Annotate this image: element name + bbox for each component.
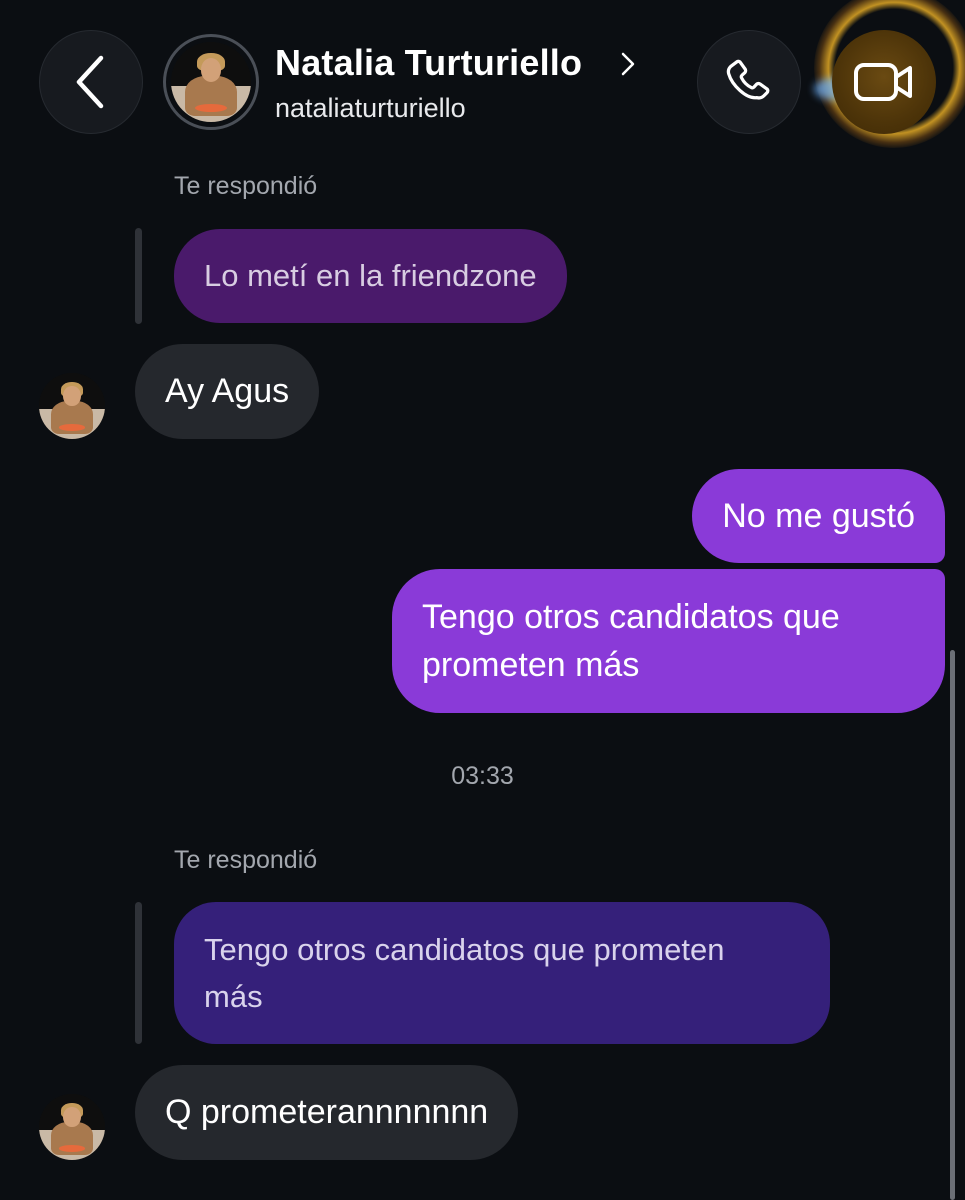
message-line: Tengo otros candidatos que [422, 598, 840, 636]
video-call-button[interactable] [832, 30, 936, 134]
outgoing-message[interactable]: No me gustó [692, 469, 945, 563]
quoted-message[interactable]: Tengo otros candidatos que prometen más [174, 902, 830, 1044]
incoming-message[interactable]: Ay Agus [135, 344, 320, 439]
reply-label: Te respondió [174, 846, 318, 874]
quoted-message[interactable]: Lo metí en la friendzone [174, 229, 567, 323]
back-button[interactable] [39, 30, 143, 134]
video-call-area [806, 0, 965, 150]
message-line: más [204, 979, 263, 1014]
sender-avatar[interactable] [39, 373, 105, 439]
contact-avatar[interactable] [163, 34, 259, 130]
video-camera-icon [854, 63, 912, 101]
avatar [171, 42, 251, 122]
outgoing-message[interactable]: Tengo otros candidatos que prometen más [392, 569, 945, 713]
call-button[interactable] [697, 30, 801, 134]
message-line: Tengo otros candidatos que prometen [204, 932, 725, 967]
reply-quote-bar [135, 902, 142, 1044]
chevron-right-icon[interactable] [619, 52, 637, 76]
scrollbar[interactable] [950, 650, 955, 1200]
timestamp: 03:33 [451, 762, 514, 790]
chevron-left-icon [76, 55, 104, 109]
contact-name[interactable]: Natalia Turturiello [275, 42, 582, 84]
incoming-message[interactable]: Q prometerannnnnnn [135, 1065, 519, 1160]
message-line: prometen más [422, 646, 640, 684]
sender-avatar[interactable] [39, 1094, 105, 1160]
contact-handle[interactable]: nataliaturturiello [275, 93, 466, 124]
reply-quote-bar [135, 228, 142, 324]
reply-label: Te respondió [174, 172, 318, 200]
phone-icon [726, 59, 770, 100]
